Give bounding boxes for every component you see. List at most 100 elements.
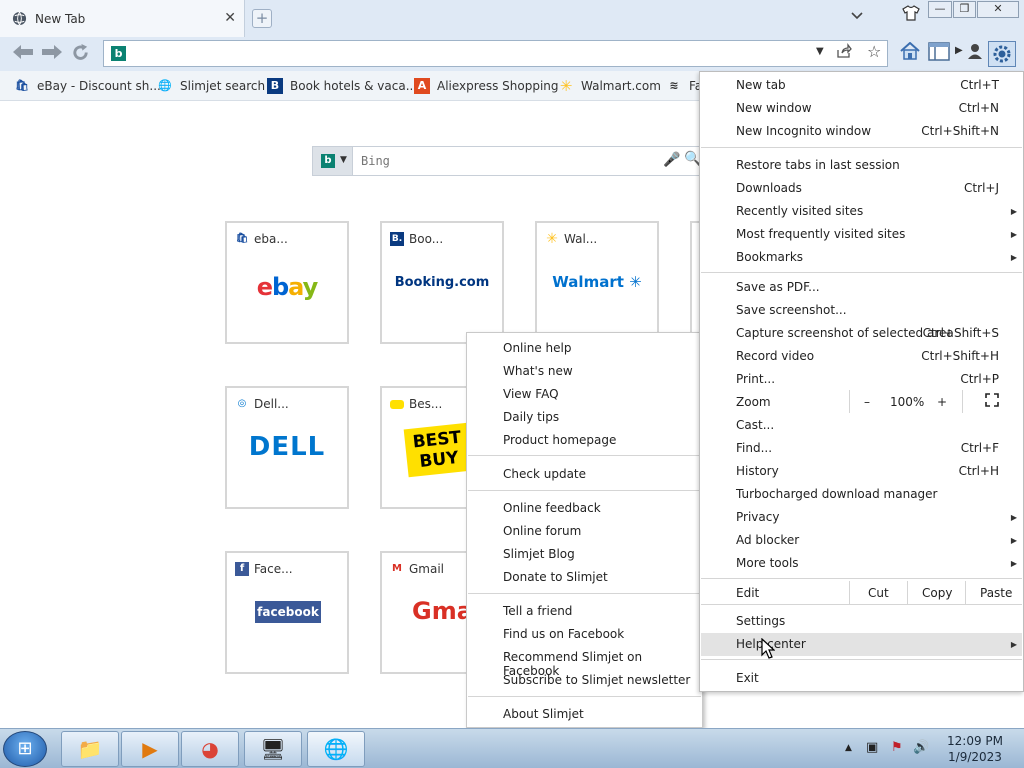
menu-item-slimjet-blog[interactable]: Slimjet Blog <box>503 547 575 561</box>
speed-dial-tile-dell[interactable]: ◎ Dell... DELL <box>225 386 349 509</box>
tab-close-icon[interactable]: ✕ <box>224 10 236 26</box>
menu-item-donate[interactable]: Donate to Slimjet <box>503 570 608 584</box>
start-button[interactable]: ⊞ <box>3 731 47 767</box>
copy-button[interactable]: Copy <box>922 586 952 600</box>
bestbuy-tag-icon <box>390 399 404 409</box>
menu-item-turbo-download[interactable]: Turbocharged download manager <box>736 487 938 501</box>
menu-item-privacy[interactable]: Privacy <box>736 510 779 524</box>
menu-item-find-us-facebook[interactable]: Find us on Facebook <box>503 627 624 641</box>
menu-item-bookmarks[interactable]: Bookmarks <box>736 250 803 264</box>
network-icon[interactable]: ▣ <box>866 740 878 755</box>
menu-item-ad-blocker[interactable]: Ad blocker <box>736 533 799 547</box>
menu-item-save-pdf[interactable]: Save as PDF... <box>736 280 820 294</box>
bookmark-star-icon[interactable]: ☆ <box>867 42 881 61</box>
menu-item-product-homepage[interactable]: Product homepage <box>503 433 616 447</box>
tray-expand-icon[interactable]: ▲ <box>845 743 852 753</box>
menu-item-settings[interactable]: Settings <box>736 614 785 628</box>
forward-icon[interactable] <box>41 43 63 66</box>
new-tab-button[interactable]: + <box>252 9 272 28</box>
speed-dial-tile-facebook[interactable]: f Face... facebook <box>225 551 349 674</box>
zoom-in-button[interactable]: + <box>937 395 947 409</box>
bookmark-booking[interactable]: B Book hotels & vaca... <box>267 78 417 94</box>
taskbar-chrome[interactable]: ◕ <box>181 731 239 767</box>
menu-item-more-tools[interactable]: More tools <box>736 556 799 570</box>
address-bar[interactable]: b ▼ ☆ <box>103 40 888 67</box>
maximize-button[interactable]: ❐ <box>953 1 976 18</box>
system-clock[interactable]: 12:09 PM 1/9/2023 <box>940 733 1010 765</box>
home-icon[interactable] <box>900 41 920 64</box>
menu-item-new-tab[interactable]: New tab <box>736 78 786 92</box>
menu-item-daily-tips[interactable]: Daily tips <box>503 410 559 424</box>
menu-item-history[interactable]: History <box>736 464 779 478</box>
search-input[interactable] <box>359 152 649 170</box>
volume-icon[interactable]: 🔊 <box>913 740 929 755</box>
menu-item-new-incognito[interactable]: New Incognito window <box>736 124 871 138</box>
menu-item-about-slimjet[interactable]: About Slimjet <box>503 707 584 721</box>
taskbar-slimjet[interactable]: 🌐 <box>307 731 365 767</box>
chrome-icon: ◕ <box>201 737 219 761</box>
taskbar-remote-desktop[interactable]: 🖥 <box>244 731 302 767</box>
action-center-flag-icon[interactable]: ⚑ <box>891 740 903 755</box>
menu-item-check-update[interactable]: Check update <box>503 467 586 481</box>
speed-dial-tile-walmart[interactable]: ✳ Wal... Walmart ✳ <box>535 221 659 344</box>
ebay-bag-icon: 🛍 <box>235 233 249 244</box>
minimize-button[interactable]: — <box>928 1 952 18</box>
menu-item-whats-new[interactable]: What's new <box>503 364 573 378</box>
menu-item-online-help[interactable]: Online help <box>503 341 571 355</box>
menu-item-exit[interactable]: Exit <box>736 671 759 685</box>
main-menu-gear-button[interactable] <box>988 41 1016 67</box>
menu-item-online-forum[interactable]: Online forum <box>503 524 581 538</box>
microphone-icon[interactable]: 🎤 <box>663 152 680 168</box>
user-icon[interactable] <box>967 42 983 64</box>
menu-item-print[interactable]: Print... <box>736 372 775 386</box>
menu-item-view-faq[interactable]: View FAQ <box>503 387 559 401</box>
menu-item-capture-selected[interactable]: Capture screenshot of selected area <box>736 326 954 340</box>
shortcut-record-video: Ctrl+Shift+H <box>921 349 999 363</box>
paste-button[interactable]: Paste <box>980 586 1012 600</box>
bookmark-walmart[interactable]: ✳ Walmart.com <box>558 78 661 94</box>
menu-item-downloads[interactable]: Downloads <box>736 181 802 195</box>
chevron-down-icon: ▼ <box>340 155 347 165</box>
close-window-button[interactable]: ✕ <box>977 1 1019 18</box>
facebook-icon: f <box>235 562 249 576</box>
reload-icon[interactable] <box>71 43 90 67</box>
tab-new-tab[interactable]: New Tab ✕ <box>0 0 245 37</box>
bookmark-ebay[interactable]: 🛍 eBay - Discount sh... <box>14 78 161 94</box>
sidebar-icon[interactable] <box>928 42 950 65</box>
toolbar-more-arrow-icon[interactable]: ▶ <box>955 45 963 56</box>
dell-icon: ◎ <box>237 398 247 409</box>
menu-separator <box>701 578 1022 579</box>
address-input[interactable] <box>134 43 784 63</box>
menu-item-subscribe-newsletter[interactable]: Subscribe to Slimjet newsletter <box>503 673 690 687</box>
menu-item-recently-visited[interactable]: Recently visited sites <box>736 204 863 218</box>
submenu-arrow-icon: ▶ <box>1010 207 1017 216</box>
shortcut-print: Ctrl+P <box>960 372 999 386</box>
bookmark-aliexpress[interactable]: A Aliexpress Shopping <box>414 78 559 94</box>
search-engine-selector[interactable]: b ▼ <box>313 147 353 175</box>
menu-item-find[interactable]: Find... <box>736 441 772 455</box>
skin-shirt-icon[interactable] <box>902 5 920 25</box>
zoom-out-button[interactable]: – <box>864 395 870 409</box>
menu-item-tell-a-friend[interactable]: Tell a friend <box>503 604 572 618</box>
menu-item-new-window[interactable]: New window <box>736 101 812 115</box>
bookmark-fa[interactable]: ≋ Fa <box>666 78 702 94</box>
mouse-cursor-icon <box>761 637 776 663</box>
menu-item-cast[interactable]: Cast... <box>736 418 774 432</box>
menu-item-online-feedback[interactable]: Online feedback <box>503 501 601 515</box>
menu-item-record-video[interactable]: Record video <box>736 349 814 363</box>
menu-item-most-frequent[interactable]: Most frequently visited sites <box>736 227 905 241</box>
tab-list-chevron-icon[interactable] <box>851 9 863 23</box>
back-icon[interactable] <box>12 43 34 66</box>
cut-button[interactable]: Cut <box>868 586 889 600</box>
share-icon[interactable] <box>836 43 852 63</box>
fullscreen-icon[interactable] <box>985 393 999 410</box>
bookmark-slimjet-search[interactable]: 🌐 Slimjet search <box>157 78 265 94</box>
bookmark-fa-icon: ≋ <box>669 79 679 92</box>
speed-dial-tile-booking[interactable]: B. Boo... Booking.com <box>380 221 504 344</box>
address-dropdown-icon[interactable]: ▼ <box>816 46 824 57</box>
taskbar-file-explorer[interactable]: 📁 <box>61 731 119 767</box>
speed-dial-tile-ebay[interactable]: 🛍 eba... ebay <box>225 221 349 344</box>
menu-item-save-screenshot[interactable]: Save screenshot... <box>736 303 847 317</box>
taskbar-media-player[interactable]: ▶ <box>121 731 179 767</box>
menu-item-restore-tabs[interactable]: Restore tabs in last session <box>736 158 900 172</box>
